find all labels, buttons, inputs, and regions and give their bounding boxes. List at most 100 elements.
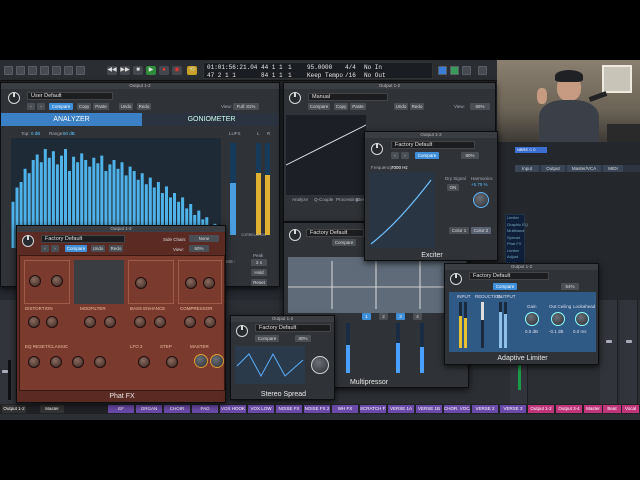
strip-fader[interactable] xyxy=(2,370,8,373)
channel-name-noise-fx-2[interactable]: NOISE FX 2 xyxy=(304,405,330,413)
compare-button[interactable]: Compare xyxy=(49,103,73,110)
eq-knob[interactable] xyxy=(50,356,62,368)
eq-graph[interactable] xyxy=(286,115,366,195)
limiter-view-menu[interactable]: 54% xyxy=(561,283,579,290)
channel-name-verse-3[interactable]: VERSE 3 xyxy=(500,405,526,413)
record-button[interactable]: ● xyxy=(159,66,169,75)
phatfx-knob[interactable] xyxy=(51,275,63,287)
channel-name-master[interactable]: Master xyxy=(40,405,64,413)
tab-goniometer[interactable]: GONIOMETER xyxy=(142,113,279,126)
tuner-icon[interactable] xyxy=(450,66,459,75)
tab-master-vca[interactable]: Master/VCA xyxy=(567,165,601,172)
slot-phat-fx[interactable]: Phat FX xyxy=(506,241,524,248)
spread-compare-button[interactable]: Compare xyxy=(255,335,279,342)
mixer-icon[interactable] xyxy=(52,66,61,75)
exciter-next-button[interactable]: › xyxy=(401,152,409,159)
selected-region[interactable]: NBRE C 0 xyxy=(515,147,547,153)
phatfx-prev-button[interactable]: ‹ xyxy=(41,245,49,252)
lookahead-knob[interactable] xyxy=(575,312,589,326)
master-knob[interactable] xyxy=(194,354,208,368)
paste-button[interactable]: Paste xyxy=(93,103,109,110)
eq-redo-button[interactable]: Redo xyxy=(410,103,424,110)
sidechain-menu[interactable]: None xyxy=(189,235,219,242)
channel-name-beat[interactable]: Beat xyxy=(603,405,621,413)
phatfx-knob[interactable] xyxy=(203,277,215,289)
ceiling-value[interactable]: -0.1 dB xyxy=(549,329,564,334)
ceiling-knob[interactable] xyxy=(551,312,565,326)
forward-button[interactable]: ▶▶ xyxy=(120,66,130,75)
play-button[interactable]: ▶ xyxy=(146,66,156,75)
peak-hold-menu[interactable]: 2 s xyxy=(251,259,267,266)
distortion-knob[interactable] xyxy=(46,316,58,328)
channel-name-chor-vocal[interactable]: CHOR. VOCAL xyxy=(444,405,470,413)
strip-fader[interactable] xyxy=(606,340,612,343)
tab-input[interactable]: Input xyxy=(515,165,539,172)
channel-name-vox-low[interactable]: VOX LOW xyxy=(248,405,274,413)
color-1-button[interactable]: Color 1 xyxy=(449,227,469,234)
analyze-button[interactable]: Analyze xyxy=(292,197,308,202)
eq-compare-button[interactable]: Compare xyxy=(308,103,330,110)
channel-name-vox-hook[interactable]: VOX HOOK xyxy=(220,405,246,413)
frequency-value[interactable]: 7000 Hz xyxy=(391,165,408,170)
capture-record-button[interactable]: ◉ xyxy=(172,66,182,75)
harmonics-knob[interactable] xyxy=(473,192,489,208)
limiter-power-icon[interactable] xyxy=(450,273,462,285)
channel-name-verse-1a[interactable]: VERSE 1A xyxy=(388,405,414,413)
spread-knob[interactable] xyxy=(311,356,329,374)
band-2-button[interactable]: 2 xyxy=(379,313,388,320)
smart-controls-icon[interactable] xyxy=(40,66,49,75)
eq-knob[interactable] xyxy=(94,356,106,368)
multipressor-compare-button[interactable]: Compare xyxy=(332,239,356,246)
dry-signal-toggle[interactable]: ON xyxy=(447,184,459,191)
copy-button[interactable]: Copy xyxy=(77,103,91,110)
channel-name-noise-fx[interactable]: NOISE FX xyxy=(276,405,302,413)
channel-name-scratch-fx[interactable]: SCRATCH FX xyxy=(360,405,386,413)
spread-power-icon[interactable] xyxy=(236,325,248,337)
tab-output[interactable]: Output xyxy=(541,165,565,172)
exciter-compare-button[interactable]: Compare xyxy=(415,152,439,159)
eq-undo-button[interactable]: Undo xyxy=(394,103,408,110)
stop-button[interactable]: ■ xyxy=(133,66,143,75)
channel-name-choir[interactable]: CHOIR xyxy=(164,405,190,413)
eq-copy-button[interactable]: Copy xyxy=(334,103,348,110)
next-preset-button[interactable]: › xyxy=(37,103,45,110)
eq-knob[interactable] xyxy=(72,356,84,368)
step-knob[interactable] xyxy=(166,356,178,368)
eq-knob[interactable] xyxy=(28,356,40,368)
toolbar-icon[interactable] xyxy=(28,66,37,75)
band-1-button[interactable]: 1 xyxy=(362,313,371,320)
limiter-preset-menu[interactable]: Factory Default xyxy=(469,272,549,280)
multipressor-band-graph[interactable] xyxy=(288,257,466,313)
prev-preset-button[interactable]: ‹ xyxy=(27,103,35,110)
browser-icon[interactable] xyxy=(478,66,487,75)
limiter-compare-button[interactable]: Compare xyxy=(493,283,517,290)
eq-preset-menu[interactable]: Manual xyxy=(308,93,388,101)
eq-power-icon[interactable] xyxy=(289,92,301,104)
q-couple-button[interactable]: Q-Couple xyxy=(314,197,333,202)
view-menu[interactable]: Full: 81% xyxy=(233,103,259,110)
phatfx-knob[interactable] xyxy=(29,275,41,287)
exciter-power-icon[interactable] xyxy=(371,143,383,155)
compressor-knob[interactable] xyxy=(204,316,216,328)
slot-multiband[interactable]: Multiband xyxy=(506,228,524,235)
metronome-icon[interactable] xyxy=(438,66,447,75)
redo-button[interactable]: Redo xyxy=(137,103,151,110)
exciter-prev-button[interactable]: ‹ xyxy=(391,152,399,159)
master-knob[interactable] xyxy=(210,354,224,368)
inspector-icon[interactable] xyxy=(16,66,25,75)
channel-name-wh-fx[interactable]: WH FX xyxy=(332,405,358,413)
distortion-knob[interactable] xyxy=(28,316,40,328)
channel-name-output[interactable]: Output 1-2 xyxy=(2,405,26,413)
band-4-button[interactable]: 4 xyxy=(413,313,422,320)
gain-value[interactable]: 0.0 dB xyxy=(525,329,538,334)
analyzer-preset-menu[interactable]: User Default xyxy=(27,92,113,100)
lfo-knob[interactable] xyxy=(138,356,150,368)
phatfx-view-menu[interactable]: 60% xyxy=(189,245,209,252)
compressor-knob[interactable] xyxy=(184,316,196,328)
modfilter-knob[interactable] xyxy=(84,316,96,328)
undo-button[interactable]: Undo xyxy=(119,103,133,110)
phatfx-xy-pad[interactable] xyxy=(74,260,124,304)
bass-knob[interactable] xyxy=(134,316,146,328)
phatfx-knob[interactable] xyxy=(185,277,197,289)
cycle-button[interactable]: ⟲ xyxy=(187,66,197,75)
